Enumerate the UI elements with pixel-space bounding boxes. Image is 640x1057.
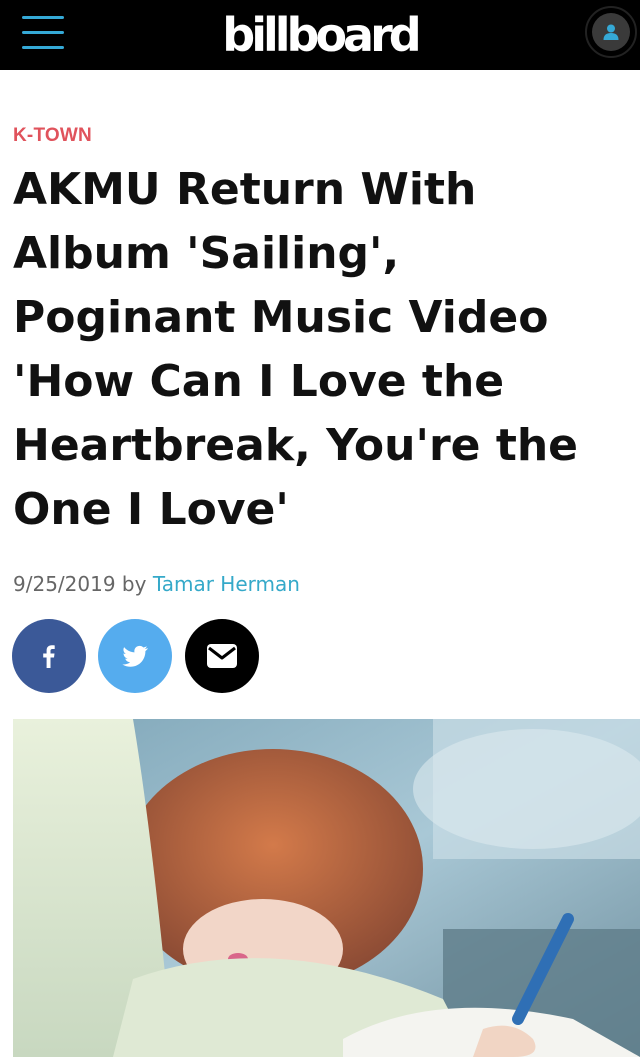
billboard-logo[interactable]: billboard bbox=[0, 7, 640, 63]
user-icon bbox=[592, 13, 630, 51]
category-label[interactable]: K-TOWN bbox=[13, 125, 92, 147]
email-icon bbox=[207, 644, 237, 668]
facebook-icon bbox=[43, 645, 55, 668]
email-share-button[interactable] bbox=[185, 619, 259, 693]
publish-date: 9/25/2019 bbox=[13, 572, 116, 596]
article-headline: AKMU Return With Album 'Sailing', Pogina… bbox=[13, 164, 579, 535]
account-button[interactable] bbox=[585, 6, 637, 58]
twitter-share-button[interactable] bbox=[98, 619, 172, 693]
article-byline: 9/25/2019 by Tamar Herman bbox=[13, 572, 300, 596]
twitter-icon bbox=[122, 645, 148, 667]
by-label: by bbox=[121, 572, 147, 596]
facebook-share-button[interactable] bbox=[12, 619, 86, 693]
hero-image-illustration bbox=[13, 719, 640, 1057]
top-navigation-bar: billboard bbox=[0, 0, 640, 70]
article-hero-image[interactable] bbox=[13, 719, 640, 1057]
author-link[interactable]: Tamar Herman bbox=[153, 572, 300, 596]
